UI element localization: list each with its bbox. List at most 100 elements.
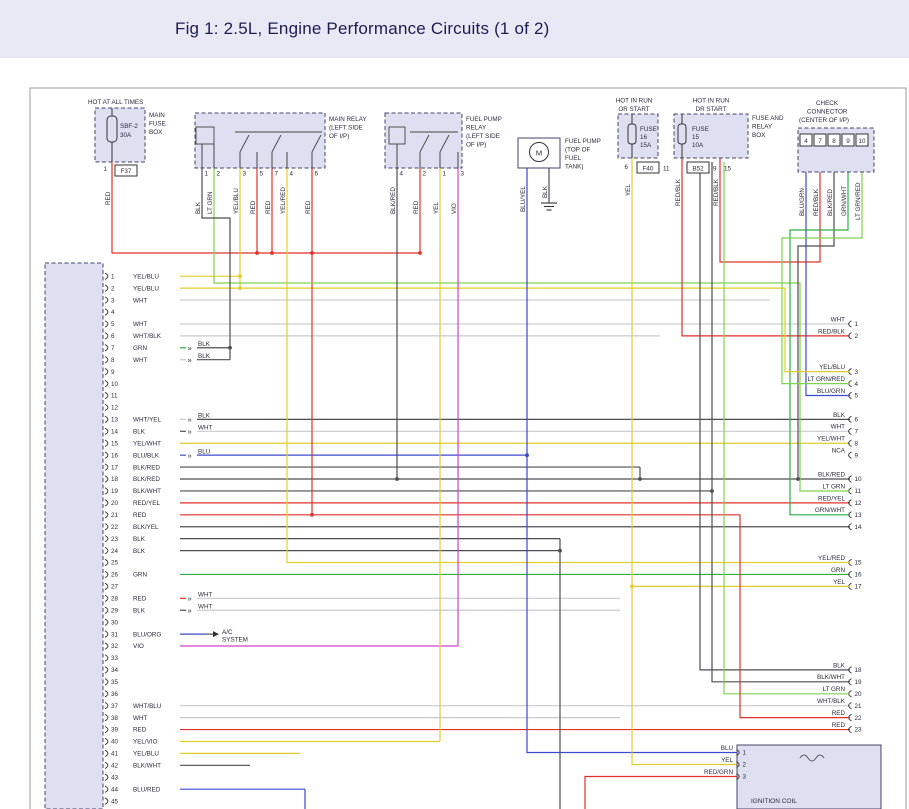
pin-number: 17 — [111, 464, 119, 471]
junction-dot — [310, 513, 314, 517]
pin-bracket — [105, 285, 108, 291]
pin-bracket — [105, 440, 108, 446]
wire-label: BLK — [198, 413, 211, 420]
pin-number: 3 — [855, 369, 859, 376]
pin-number: 17 — [855, 584, 863, 591]
wire-label: GRN — [133, 572, 147, 579]
pin-bracket — [105, 297, 108, 303]
wire-label: YEL/WHT — [817, 436, 845, 443]
label: 30A — [120, 132, 132, 139]
pin-number: 40 — [111, 739, 119, 746]
pin-number: 4 — [855, 381, 859, 388]
wire-label: LT GRN — [822, 483, 845, 490]
label: FUEL PUMP — [565, 138, 601, 145]
wire-label: LT GRN — [207, 191, 214, 214]
pin-bracket — [105, 655, 108, 661]
wire-label: GRN — [133, 345, 147, 352]
wire-label: BLK — [198, 341, 211, 348]
wire — [214, 168, 850, 491]
pin-bracket — [105, 702, 108, 708]
wire-label: BLU/GRN — [799, 188, 806, 216]
wire-label: BLU — [721, 745, 734, 752]
component-label: IGNITION COIL — [751, 798, 797, 805]
pin-number: 12 — [855, 500, 863, 507]
wire-label: BLK/RED — [133, 464, 160, 471]
label: CHECK — [816, 100, 839, 107]
pin-number: 2 — [743, 762, 747, 769]
junction-dot — [525, 453, 529, 457]
pin-number: 8 — [855, 440, 859, 447]
wire-label: WHT/BLK — [817, 698, 846, 705]
pin-number: 4 — [804, 138, 808, 145]
wire-label: WHT — [831, 424, 845, 431]
pin-number: 22 — [855, 715, 863, 722]
pin-number: 32 — [111, 643, 119, 650]
wire-label: BLK — [542, 185, 549, 198]
label: DR START — [696, 106, 727, 113]
wire — [712, 162, 850, 682]
wire-label: BLU/YEL — [520, 186, 527, 212]
pin-number: 15 — [855, 560, 863, 567]
pin-number: 36 — [111, 691, 119, 698]
pin-bracket — [105, 571, 108, 577]
pin-number: 19 — [111, 488, 119, 495]
wire-label: RED/BLK — [675, 178, 682, 206]
wire-label: RED/YEL — [133, 500, 160, 507]
pin-number: 2 — [217, 171, 221, 178]
pin-bracket — [849, 428, 852, 434]
inline-connector-icon: » — [188, 606, 192, 615]
pin-number: 30 — [111, 619, 119, 626]
pin-bracket — [105, 714, 108, 720]
pin-bracket — [105, 333, 108, 339]
pin-bracket — [105, 404, 108, 410]
label: RELAY — [466, 125, 487, 132]
pin-bracket — [105, 774, 108, 780]
pin-number: 45 — [111, 798, 119, 805]
pin-bracket — [105, 452, 108, 458]
label: (TOP OF — [565, 147, 590, 154]
pin-number: 1 — [103, 166, 107, 173]
junction-dot — [228, 346, 232, 350]
pin-bracket — [849, 440, 852, 446]
pin-number: 9 — [713, 165, 717, 172]
label: 16 — [640, 134, 648, 141]
label: OR START — [618, 106, 649, 113]
pin-bracket — [105, 726, 108, 732]
wire — [585, 777, 737, 809]
wire-label: BLK — [133, 536, 146, 543]
wire-label: BLK — [198, 353, 211, 360]
pin-bracket — [105, 786, 108, 792]
pin-number: 15 — [724, 165, 732, 172]
pin-number: 13 — [111, 417, 119, 424]
label: MAIN — [149, 112, 165, 119]
label: 15A — [640, 142, 652, 149]
wire-label: BLK/WHT — [133, 488, 161, 495]
wire-label: BLU — [198, 448, 211, 455]
junction-dot — [270, 251, 274, 255]
fuse-16 — [618, 114, 658, 158]
pin-bracket — [105, 345, 108, 351]
wire-label: BLK — [133, 548, 146, 555]
wire-label: YEL/BLU — [233, 188, 240, 214]
pin-number: 3 — [461, 171, 465, 178]
label: CONNECTOR — [807, 109, 848, 116]
fuse-15 — [674, 114, 748, 158]
pin-number: 19 — [855, 679, 863, 686]
wire-label: BLK/YEL — [133, 524, 159, 531]
pin-number: 4 — [111, 309, 115, 316]
junction-dot — [710, 489, 714, 493]
inline-connector-icon: » — [188, 594, 192, 603]
pin-bracket — [105, 476, 108, 482]
wire-label: BLU/ORG — [133, 631, 161, 638]
pin-number: 37 — [111, 703, 119, 710]
wire — [806, 146, 850, 396]
pin-number: 24 — [111, 548, 119, 555]
wire-label: BLK — [833, 412, 846, 419]
junction-dot — [558, 549, 562, 553]
pin-number: 34 — [111, 667, 119, 674]
pin-number: 39 — [111, 727, 119, 734]
inline-connector-icon: » — [188, 355, 192, 364]
pin-number: 6 — [315, 171, 319, 178]
pin-number: 41 — [111, 751, 119, 758]
pin-bracket — [105, 368, 108, 374]
